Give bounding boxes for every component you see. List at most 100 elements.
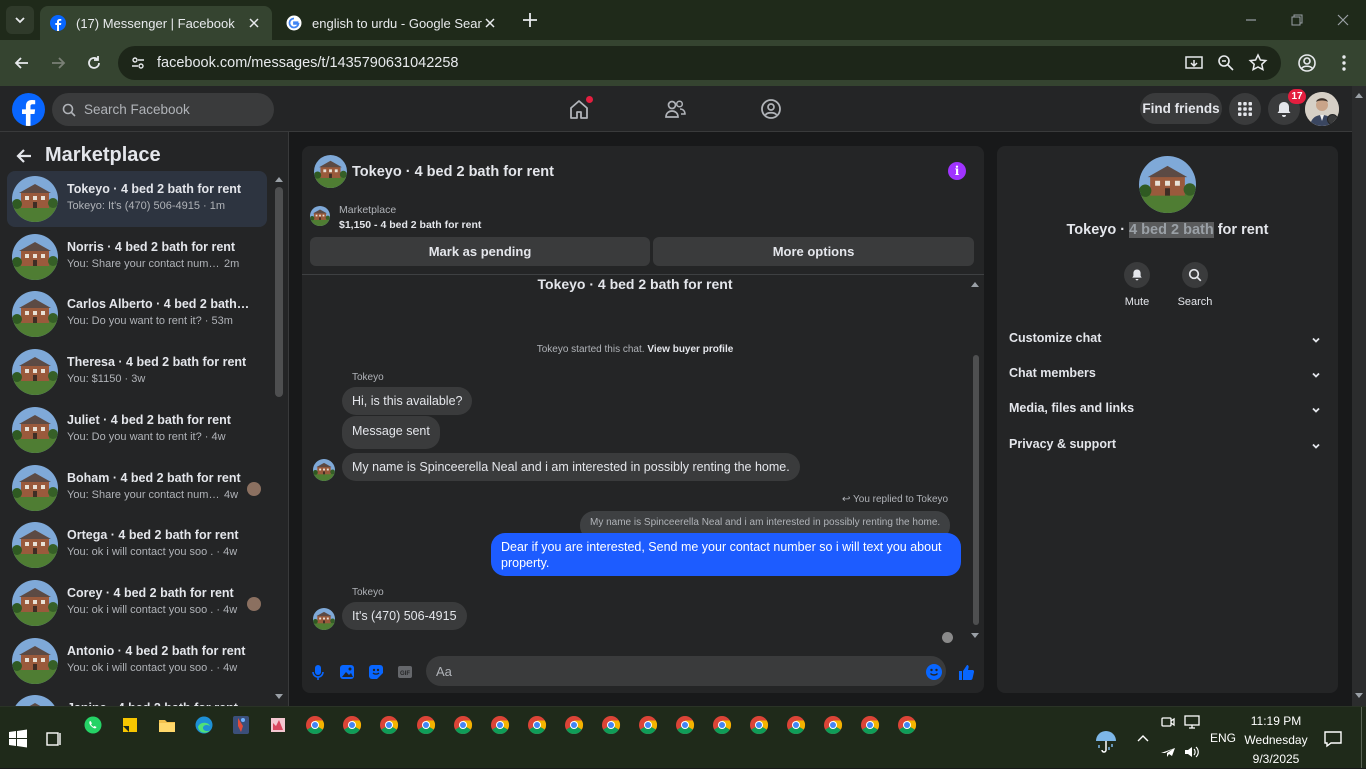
site-info-icon[interactable] bbox=[130, 55, 146, 71]
chrome-icon[interactable] bbox=[823, 715, 843, 735]
forward-arrow-icon[interactable] bbox=[48, 53, 68, 73]
scroll-up-icon[interactable] bbox=[275, 176, 283, 182]
gif-icon[interactable]: GIF bbox=[395, 662, 415, 682]
incoming-message[interactable]: Hi, is this available? bbox=[342, 387, 473, 415]
chrome-icon[interactable] bbox=[749, 715, 769, 735]
volume-icon[interactable] bbox=[1183, 744, 1201, 760]
profile-icon[interactable] bbox=[1297, 53, 1317, 73]
close-tab-icon[interactable] bbox=[246, 15, 262, 31]
chrome-icon[interactable] bbox=[897, 715, 917, 735]
find-friends-button[interactable]: Find friends bbox=[1140, 93, 1222, 124]
edge-icon[interactable] bbox=[194, 715, 214, 735]
windows-start-icon[interactable] bbox=[8, 729, 28, 749]
chrome-icon[interactable] bbox=[527, 715, 547, 735]
view-buyer-profile-link[interactable]: View buyer profile bbox=[647, 344, 733, 355]
url-text[interactable]: facebook.com/messages/t/1435790631042258 bbox=[157, 55, 459, 71]
chrome-icon[interactable] bbox=[601, 715, 621, 735]
conversation-item[interactable]: Boham · 4 bed 2 bath for rent You: Share … bbox=[7, 460, 267, 516]
outgoing-message[interactable]: Dear if you are interested, Send me your… bbox=[491, 533, 961, 576]
chrome-icon[interactable] bbox=[342, 715, 362, 735]
conversation-item[interactable]: Juliet · 4 bed 2 bath for rent You: Do yo… bbox=[7, 402, 267, 458]
input-language[interactable]: ENG bbox=[1210, 731, 1236, 745]
photo-icon[interactable] bbox=[337, 662, 357, 682]
info-icon[interactable]: i bbox=[948, 162, 966, 180]
conversation-item[interactable]: Theresa · 4 bed 2 bath for rent You: $115… bbox=[7, 344, 267, 400]
conversation-item[interactable]: Corey · 4 bed 2 bath for rent You: ok i w… bbox=[7, 575, 267, 631]
thread-scrollbar[interactable] bbox=[973, 355, 979, 625]
microphone-icon[interactable] bbox=[308, 662, 328, 682]
chrome-icon[interactable] bbox=[453, 715, 473, 735]
emoji-icon[interactable] bbox=[924, 662, 944, 682]
conversation-item[interactable]: Antonio · 4 bed 2 bath for rent You: ok i… bbox=[7, 633, 267, 689]
file-explorer-icon[interactable] bbox=[157, 715, 177, 735]
chrome-icon[interactable] bbox=[490, 715, 510, 735]
close-tab-icon[interactable] bbox=[482, 15, 498, 31]
media-app-icon[interactable] bbox=[268, 715, 288, 735]
mute-button[interactable]: Mute bbox=[1107, 262, 1167, 308]
mark-as-pending-button[interactable]: Mark as pending bbox=[310, 237, 650, 266]
conversation-item[interactable]: Norris · 4 bed 2 bath for rent You: Share… bbox=[7, 229, 267, 285]
incoming-message[interactable]: My name is Spinceerella Neal and i am in… bbox=[342, 453, 800, 481]
page-scrollbar[interactable] bbox=[1352, 86, 1366, 706]
airplane-icon[interactable] bbox=[1160, 744, 1176, 760]
reload-icon[interactable] bbox=[84, 53, 104, 73]
whatsapp-icon[interactable] bbox=[83, 715, 103, 735]
chat-title[interactable]: Tokeyo · 4 bed 2 bath for rent bbox=[352, 164, 554, 180]
close-window-icon[interactable] bbox=[1335, 12, 1351, 28]
conversation-item[interactable]: Ortega · 4 bed 2 bath for rent You: ok i … bbox=[7, 517, 267, 573]
conversation-item[interactable]: Carlos Alberto · 4 bed 2 bath fo... You: … bbox=[7, 286, 267, 342]
meet-now-icon[interactable] bbox=[1160, 714, 1176, 730]
sticker-icon[interactable] bbox=[366, 662, 386, 682]
chrome-icon[interactable] bbox=[416, 715, 436, 735]
conversation-avatar[interactable] bbox=[1139, 156, 1196, 213]
sender-avatar[interactable] bbox=[313, 608, 335, 630]
sticky-notes-icon[interactable] bbox=[120, 715, 140, 735]
new-tab-icon[interactable] bbox=[520, 10, 540, 30]
taskbar-clock[interactable]: 11:19 PM Wednesday 9/3/2025 bbox=[1240, 712, 1312, 769]
task-view-icon[interactable] bbox=[44, 729, 64, 749]
paint-app-icon[interactable] bbox=[231, 715, 251, 735]
incoming-message[interactable]: It's (470) 506-4915 bbox=[342, 602, 467, 630]
scroll-up-icon[interactable] bbox=[1355, 92, 1363, 98]
scroll-up-icon[interactable] bbox=[971, 281, 979, 287]
bookmark-star-icon[interactable] bbox=[1248, 53, 1268, 73]
menu-button[interactable] bbox=[1229, 93, 1261, 125]
search-conversation-button[interactable]: Search bbox=[1165, 262, 1225, 308]
notification-center-icon[interactable] bbox=[1323, 729, 1343, 749]
message-input[interactable]: Aa bbox=[426, 656, 946, 686]
kebab-menu-icon[interactable] bbox=[1334, 53, 1354, 73]
address-bar[interactable]: facebook.com/messages/t/1435790631042258 bbox=[118, 46, 1281, 80]
privacy-support-section[interactable]: Privacy & support bbox=[1009, 437, 1326, 457]
conversation-item[interactable]: Tokeyo · 4 bed 2 bath for rent Tokeyo: It… bbox=[7, 171, 267, 227]
sidebar-scrollbar[interactable] bbox=[275, 187, 283, 397]
incoming-message[interactable]: Message sent bbox=[342, 416, 440, 449]
install-app-icon[interactable] bbox=[1184, 53, 1204, 73]
network-icon[interactable] bbox=[1183, 714, 1201, 730]
minimize-icon[interactable] bbox=[1243, 12, 1259, 28]
weather-rain-icon[interactable] bbox=[1093, 729, 1119, 755]
scroll-down-icon[interactable] bbox=[971, 633, 979, 639]
like-thumb-icon[interactable] bbox=[956, 662, 976, 682]
chrome-icon[interactable] bbox=[675, 715, 695, 735]
friends-icon[interactable] bbox=[664, 98, 686, 120]
facebook-logo-icon[interactable] bbox=[12, 93, 45, 126]
conversation-item[interactable]: Janine · 4 bed 2 bath for rent bbox=[7, 690, 267, 706]
media-files-links-section[interactable]: Media, files and links bbox=[1009, 401, 1326, 421]
chrome-icon[interactable] bbox=[305, 715, 325, 735]
chrome-icon[interactable] bbox=[638, 715, 658, 735]
zoom-icon[interactable] bbox=[1216, 53, 1236, 73]
chrome-icon[interactable] bbox=[712, 715, 732, 735]
back-arrow-icon[interactable] bbox=[14, 146, 34, 166]
chevron-up-icon[interactable] bbox=[1135, 731, 1151, 747]
chrome-icon[interactable] bbox=[786, 715, 806, 735]
groups-icon[interactable] bbox=[760, 98, 782, 120]
listing-price-title[interactable]: $1,150 - 4 bed 2 bath for rent bbox=[339, 219, 481, 231]
more-options-button[interactable]: More options bbox=[653, 237, 974, 266]
tab-google-search[interactable]: english to urdu - Google Search bbox=[276, 6, 508, 40]
chat-members-section[interactable]: Chat members bbox=[1009, 366, 1326, 386]
chrome-icon[interactable] bbox=[860, 715, 880, 735]
sender-avatar[interactable] bbox=[313, 459, 335, 481]
customize-chat-section[interactable]: Customize chat bbox=[1009, 331, 1326, 351]
listing-thumbnail[interactable] bbox=[310, 206, 330, 226]
tab-messenger[interactable]: (17) Messenger | Facebook bbox=[40, 6, 272, 40]
